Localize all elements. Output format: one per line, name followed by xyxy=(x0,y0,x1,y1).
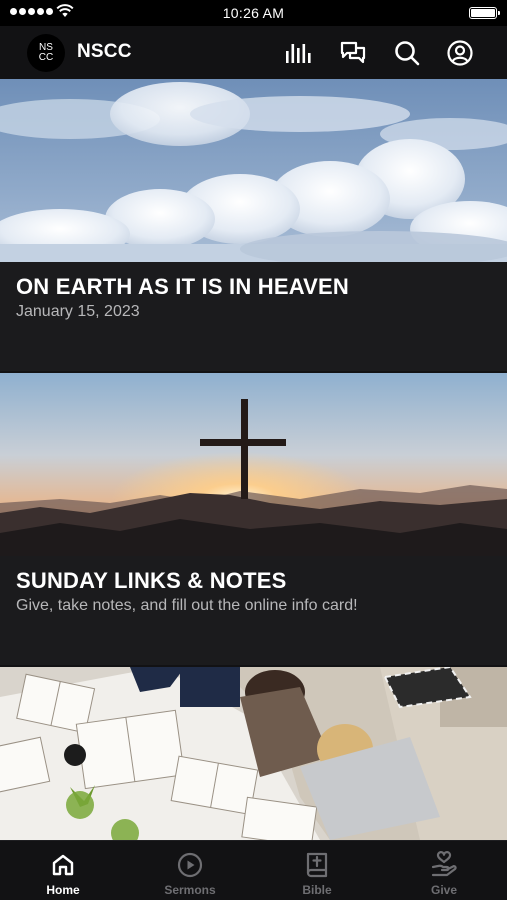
bible-icon xyxy=(303,851,331,879)
account-icon[interactable] xyxy=(445,38,475,68)
search-icon[interactable] xyxy=(392,38,422,68)
status-bar: 10:26 AM xyxy=(0,0,507,26)
cross-sunset-image xyxy=(0,373,507,556)
tab-home[interactable]: Home xyxy=(0,841,126,900)
home-icon xyxy=(49,851,77,879)
chat-bubbles-icon[interactable] xyxy=(338,38,368,68)
logo-text-bottom: CC xyxy=(38,52,54,63)
feed-card[interactable]: SUNDAY LINKS & NOTES Give, take notes, a… xyxy=(0,373,507,665)
tab-label: Give xyxy=(430,883,457,897)
feed-card[interactable]: ON EARTH AS IT IS IN HEAVEN January 15, … xyxy=(0,79,507,371)
audio-bars-icon[interactable] xyxy=(284,38,314,68)
clouds-sky-image xyxy=(0,79,507,262)
status-time: 10:26 AM xyxy=(222,5,285,21)
play-circle-icon xyxy=(176,851,204,879)
tab-label: Home xyxy=(46,883,80,897)
feed-card[interactable] xyxy=(0,667,507,840)
tab-give[interactable]: Give xyxy=(381,841,507,900)
tab-label: Sermons xyxy=(164,883,216,897)
card-title: ON EARTH AS IT IS IN HEAVEN xyxy=(16,274,349,299)
card-subtitle: January 15, 2023 xyxy=(16,303,140,320)
app-header: NS CC NSCC xyxy=(0,26,507,79)
tab-label: Bible xyxy=(302,883,332,897)
give-hand-heart-icon xyxy=(430,851,458,879)
bottom-tab-bar: Home Sermons Bible Give xyxy=(0,840,507,900)
content-feed[interactable]: ON EARTH AS IT IS IN HEAVEN January 15, … xyxy=(0,79,507,840)
tab-bible[interactable]: Bible xyxy=(254,841,380,900)
card-subtitle: Give, take notes, and fill out the onlin… xyxy=(16,597,358,614)
bible-study-group-image xyxy=(0,667,507,840)
card-title: SUNDAY LINKS & NOTES xyxy=(16,568,287,593)
app-title: NSCC xyxy=(77,41,132,62)
nscc-logo[interactable]: NS CC xyxy=(27,34,65,72)
battery-icon xyxy=(469,7,500,19)
tab-sermons[interactable]: Sermons xyxy=(127,841,253,900)
